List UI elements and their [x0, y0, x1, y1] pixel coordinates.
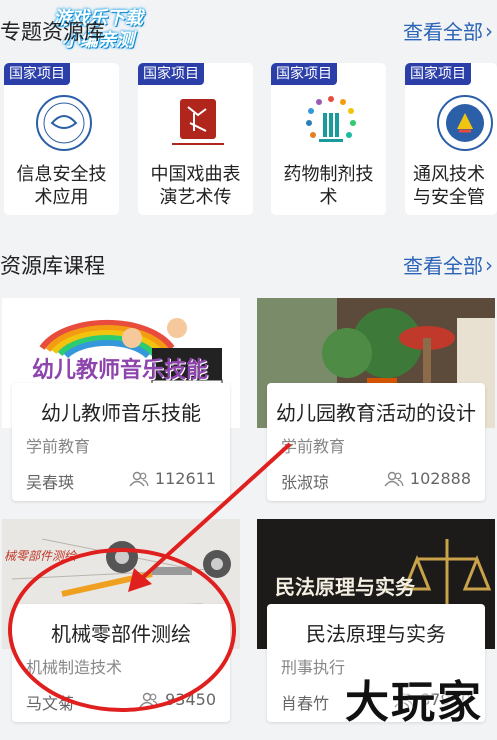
course-title: 幼儿园教育活动的设计: [276, 401, 476, 425]
course-views: 93450: [139, 690, 216, 709]
view-count: 93450: [165, 690, 216, 709]
users-icon: [139, 692, 159, 707]
project-card[interactable]: 国家项目 中国戏曲表演艺术传承…: [138, 63, 253, 215]
course-category: 刑事执行: [281, 658, 346, 677]
ventilation-logo-icon: [437, 95, 493, 151]
project-card[interactable]: 国家项目 通风技术与安全管理: [405, 63, 497, 215]
project-logo-icon: [36, 95, 92, 151]
course-card[interactable]: 幼儿园教育活动的设计 学前教育 张淑琼 102888: [257, 298, 495, 510]
national-project-tag: 国家项目: [405, 63, 471, 85]
pharmacy-logo-icon: [306, 96, 356, 142]
project-name: 通风技术与安全管理: [413, 164, 485, 208]
course-info-card: 幼儿教师音乐技能 学前教育 吴春瑛 112611: [12, 383, 230, 501]
view-all-label: 查看全部: [403, 20, 483, 44]
thumbnail-caption: 民法原理与实务: [275, 575, 415, 599]
users-icon: [129, 471, 149, 486]
chevron-right-icon: ›: [485, 18, 493, 43]
course-card[interactable]: 械零部件测绘 机械零部件测绘 机械制造技术 马文菊 93450: [2, 519, 240, 731]
course-teacher: 张淑琼: [281, 473, 330, 492]
section-title: 专题资源库: [0, 20, 105, 44]
courses-section-header: 资源库课程 查看全部 ›: [0, 244, 497, 284]
brand-watermark: 大玩家: [345, 677, 483, 728]
course-teacher: 吴春瑛: [26, 473, 75, 492]
course-info-card: 幼儿园教育活动的设计 学前教育 张淑琼 102888: [267, 383, 485, 501]
course-title: 幼儿教师音乐技能: [41, 401, 201, 425]
chevron-right-icon: ›: [485, 252, 493, 277]
course-title: 民法原理与实务: [306, 622, 446, 646]
course-category: 机械制造技术: [26, 658, 123, 677]
project-name: 信息安全技术应用（信…: [16, 164, 107, 208]
course-teacher: 马文菊: [26, 694, 75, 713]
view-count: 102888: [409, 469, 471, 488]
national-project-tag: 国家项目: [138, 63, 204, 85]
project-name: 药物制剂技术: [283, 164, 374, 208]
projects-section-header: 专题资源库 查看全部 ›: [0, 10, 497, 50]
view-all-projects-link[interactable]: 查看全部 ›: [403, 16, 493, 45]
view-all-courses-link[interactable]: 查看全部 ›: [403, 250, 493, 279]
course-title: 机械零部件测绘: [51, 622, 191, 646]
course-category: 学前教育: [281, 437, 346, 456]
users-icon: [384, 471, 404, 486]
thumbnail-caption: 幼儿教师音乐技能: [32, 358, 209, 383]
course-teacher: 肖春竹: [281, 694, 330, 713]
national-project-tag: 国家项目: [271, 63, 337, 85]
project-card[interactable]: 国家项目 信息安全技术应用（信…: [4, 63, 119, 215]
course-category: 学前教育: [26, 437, 91, 456]
view-all-label: 查看全部: [403, 254, 483, 278]
course-card[interactable]: 幼儿教师音乐技能 幼儿教师音乐技能 学前教育 吴春瑛 112611: [2, 298, 240, 510]
course-views: 102888: [384, 469, 471, 488]
view-count: 112611: [154, 469, 216, 488]
course-info-card: 机械零部件测绘 机械制造技术 马文菊 93450: [12, 604, 230, 722]
thumbnail-caption: 械零部件测绘: [4, 549, 77, 563]
project-name: 中国戏曲表演艺术传承…: [150, 164, 241, 208]
course-views: 112611: [129, 469, 216, 488]
opera-seal-icon: [172, 99, 224, 145]
project-card[interactable]: 国家项目 药物制剂技术: [271, 63, 386, 215]
national-project-tag: 国家项目: [4, 63, 70, 85]
section-title: 资源库课程: [0, 254, 105, 278]
